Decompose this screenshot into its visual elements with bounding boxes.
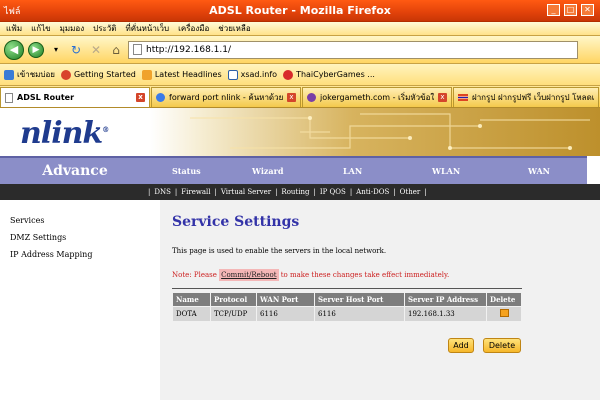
menu-bookmarks[interactable]: ที่คั่นหน้าเว็บ <box>125 22 169 35</box>
rss-icon <box>141 69 152 80</box>
bookmark-getting-started[interactable]: Getting Started <box>60 69 136 80</box>
dropdown-icon[interactable]: ▾ <box>48 42 64 58</box>
column-header: Server IP Address <box>404 292 487 307</box>
minimize-icon[interactable]: _ <box>547 4 560 16</box>
commit-note: Note: Please Commit/Reboot to make these… <box>172 269 450 281</box>
site-icon <box>307 93 316 102</box>
cell-delete <box>486 306 522 322</box>
page-title: Service Settings <box>172 214 300 230</box>
cell-name: DOTA <box>172 306 211 322</box>
cell-wan-port: 6116 <box>256 306 315 322</box>
column-header: Server Host Port <box>314 292 405 307</box>
cell-server-ip: 192.168.1.33 <box>404 306 487 322</box>
delete-checkbox[interactable] <box>499 309 509 317</box>
flag-icon <box>458 94 468 101</box>
sidebar: Services DMZ Settings IP Address Mapping <box>0 200 160 400</box>
window-titlebar: ไฟล์ ADSL Router - Mozilla Firefox _ □ ✕ <box>0 0 600 22</box>
cell-server-host-port: 6116 <box>314 306 405 322</box>
bookmark-most-visited[interactable]: เข้าชมบ่อย <box>4 68 55 81</box>
maximize-icon[interactable]: □ <box>564 4 577 16</box>
subnav-virtual-server[interactable]: Virtual Server <box>221 188 271 196</box>
column-header: Name <box>172 292 211 307</box>
close-icon[interactable]: ✕ <box>581 4 594 16</box>
services-table: Name Protocol WAN Port Server Host Port … <box>172 292 522 322</box>
subnav-anti-dos[interactable]: Anti-DOS <box>356 188 389 196</box>
tab-google-search[interactable]: forward port nlink - ค้นหาด้วย Goo... x <box>151 87 301 107</box>
nav-advance[interactable]: Advance <box>0 163 150 179</box>
star-icon <box>283 69 294 80</box>
close-tab-icon[interactable]: x <box>136 93 145 102</box>
sidebar-item-dmz-settings[interactable]: DMZ Settings <box>10 233 66 242</box>
window-title: ADSL Router - Mozilla Firefox <box>209 4 391 17</box>
stop-icon[interactable]: ✕ <box>88 42 104 58</box>
menu-tools[interactable]: เครื่องมือ <box>178 22 209 35</box>
page-icon <box>5 92 13 103</box>
subnav-firewall[interactable]: Firewall <box>181 188 210 196</box>
forward-icon[interactable]: ▶ <box>28 41 44 58</box>
subnav-routing[interactable]: Routing <box>281 188 309 196</box>
divider <box>172 288 522 289</box>
navigation-toolbar: ◀ ▶ ▾ ↻ ✕ ⌂ http://192.168.1.1/ <box>0 36 600 64</box>
nav-wlan[interactable]: WLAN <box>432 166 460 176</box>
close-tab-icon[interactable]: x <box>287 93 296 102</box>
sidebar-item-services[interactable]: Services <box>10 216 44 225</box>
google-icon <box>156 93 165 102</box>
table-row: DOTA TCP/UDP 6116 6116 192.168.1.33 <box>172 306 522 322</box>
cell-protocol: TCP/UDP <box>210 306 257 322</box>
circuit-board-image <box>150 108 600 156</box>
nav-wizard[interactable]: Wizard <box>252 166 283 176</box>
subnav-ip-qos[interactable]: IP QOS <box>320 188 346 196</box>
sidebar-item-ip-address-mapping[interactable]: IP Address Mapping <box>10 250 92 259</box>
column-header: WAN Port <box>256 292 315 307</box>
column-header: Protocol <box>210 292 257 307</box>
page-icon <box>227 69 238 80</box>
home-icon[interactable]: ⌂ <box>108 42 124 58</box>
subnav-other[interactable]: Other <box>400 188 421 196</box>
tab-jokergame[interactable]: jokergameth.com - เริ่มหัวข้อใหม่ x <box>302 87 452 107</box>
nav-wan[interactable]: WAN <box>528 166 550 176</box>
menu-edit[interactable]: แก้ไข <box>31 22 51 35</box>
bookmark-xsad[interactable]: xsad.info <box>227 69 277 80</box>
page-description: This page is used to enable the servers … <box>172 247 387 255</box>
sub-navigation: | DNS | Firewall | Virtual Server | Routing … <box>0 184 600 200</box>
nav-lan[interactable]: LAN <box>343 166 362 176</box>
close-tab-icon[interactable]: x <box>438 93 447 102</box>
nav-right-tab <box>587 156 600 184</box>
menu-view[interactable]: มุมมอง <box>60 22 85 35</box>
menu-file[interactable]: แฟ้ม <box>6 22 22 35</box>
menu-help[interactable]: ช่วยเหลือ <box>218 22 250 35</box>
url-bar[interactable]: http://192.168.1.1/ <box>128 40 578 59</box>
nav-status[interactable]: Status <box>172 166 201 176</box>
table-header-row: Name Protocol WAN Port Server Host Port … <box>172 292 522 307</box>
router-banner: nlink® <box>0 108 600 156</box>
tab-strip: ADSL Router x forward port nlink - ค้นหา… <box>0 86 600 108</box>
menubar: แฟ้ม แก้ไข มุมมอง ประวัติ ที่คั่นหน้าเว็… <box>0 22 600 36</box>
url-text: http://192.168.1.1/ <box>146 44 231 55</box>
subnav-dns[interactable]: DNS <box>154 188 171 196</box>
column-header: Delete <box>486 292 522 307</box>
bookmark-thaicybergames[interactable]: ThaiCyberGames ... <box>283 69 375 80</box>
bookmark-icon <box>4 69 14 80</box>
menu-history[interactable]: ประวัติ <box>93 22 116 35</box>
reload-icon[interactable]: ↻ <box>68 42 84 58</box>
main-navigation: Advance Status Wizard LAN WLAN WAN <box>0 156 600 184</box>
nlink-logo: nlink® <box>20 116 109 151</box>
delete-button[interactable]: Delete <box>483 338 521 353</box>
tab-adsl-router[interactable]: ADSL Router x <box>0 87 150 107</box>
tab-image-host[interactable]: ฝากรูป ฝากรูปฟรี เว็บฝากรูป โหลดเร็วที่ <box>453 87 599 107</box>
page-icon <box>133 44 142 55</box>
add-button[interactable]: Add <box>448 338 474 353</box>
main-content: Service Settings This page is used to en… <box>160 200 600 400</box>
bookmarks-toolbar: เข้าชมบ่อย Getting Started Latest Headli… <box>0 64 600 86</box>
bookmark-latest-headlines[interactable]: Latest Headlines <box>141 69 222 80</box>
firefox-icon <box>60 69 71 80</box>
back-icon[interactable]: ◀ <box>4 39 24 60</box>
commit-reboot-link[interactable]: Commit/Reboot <box>219 269 279 281</box>
